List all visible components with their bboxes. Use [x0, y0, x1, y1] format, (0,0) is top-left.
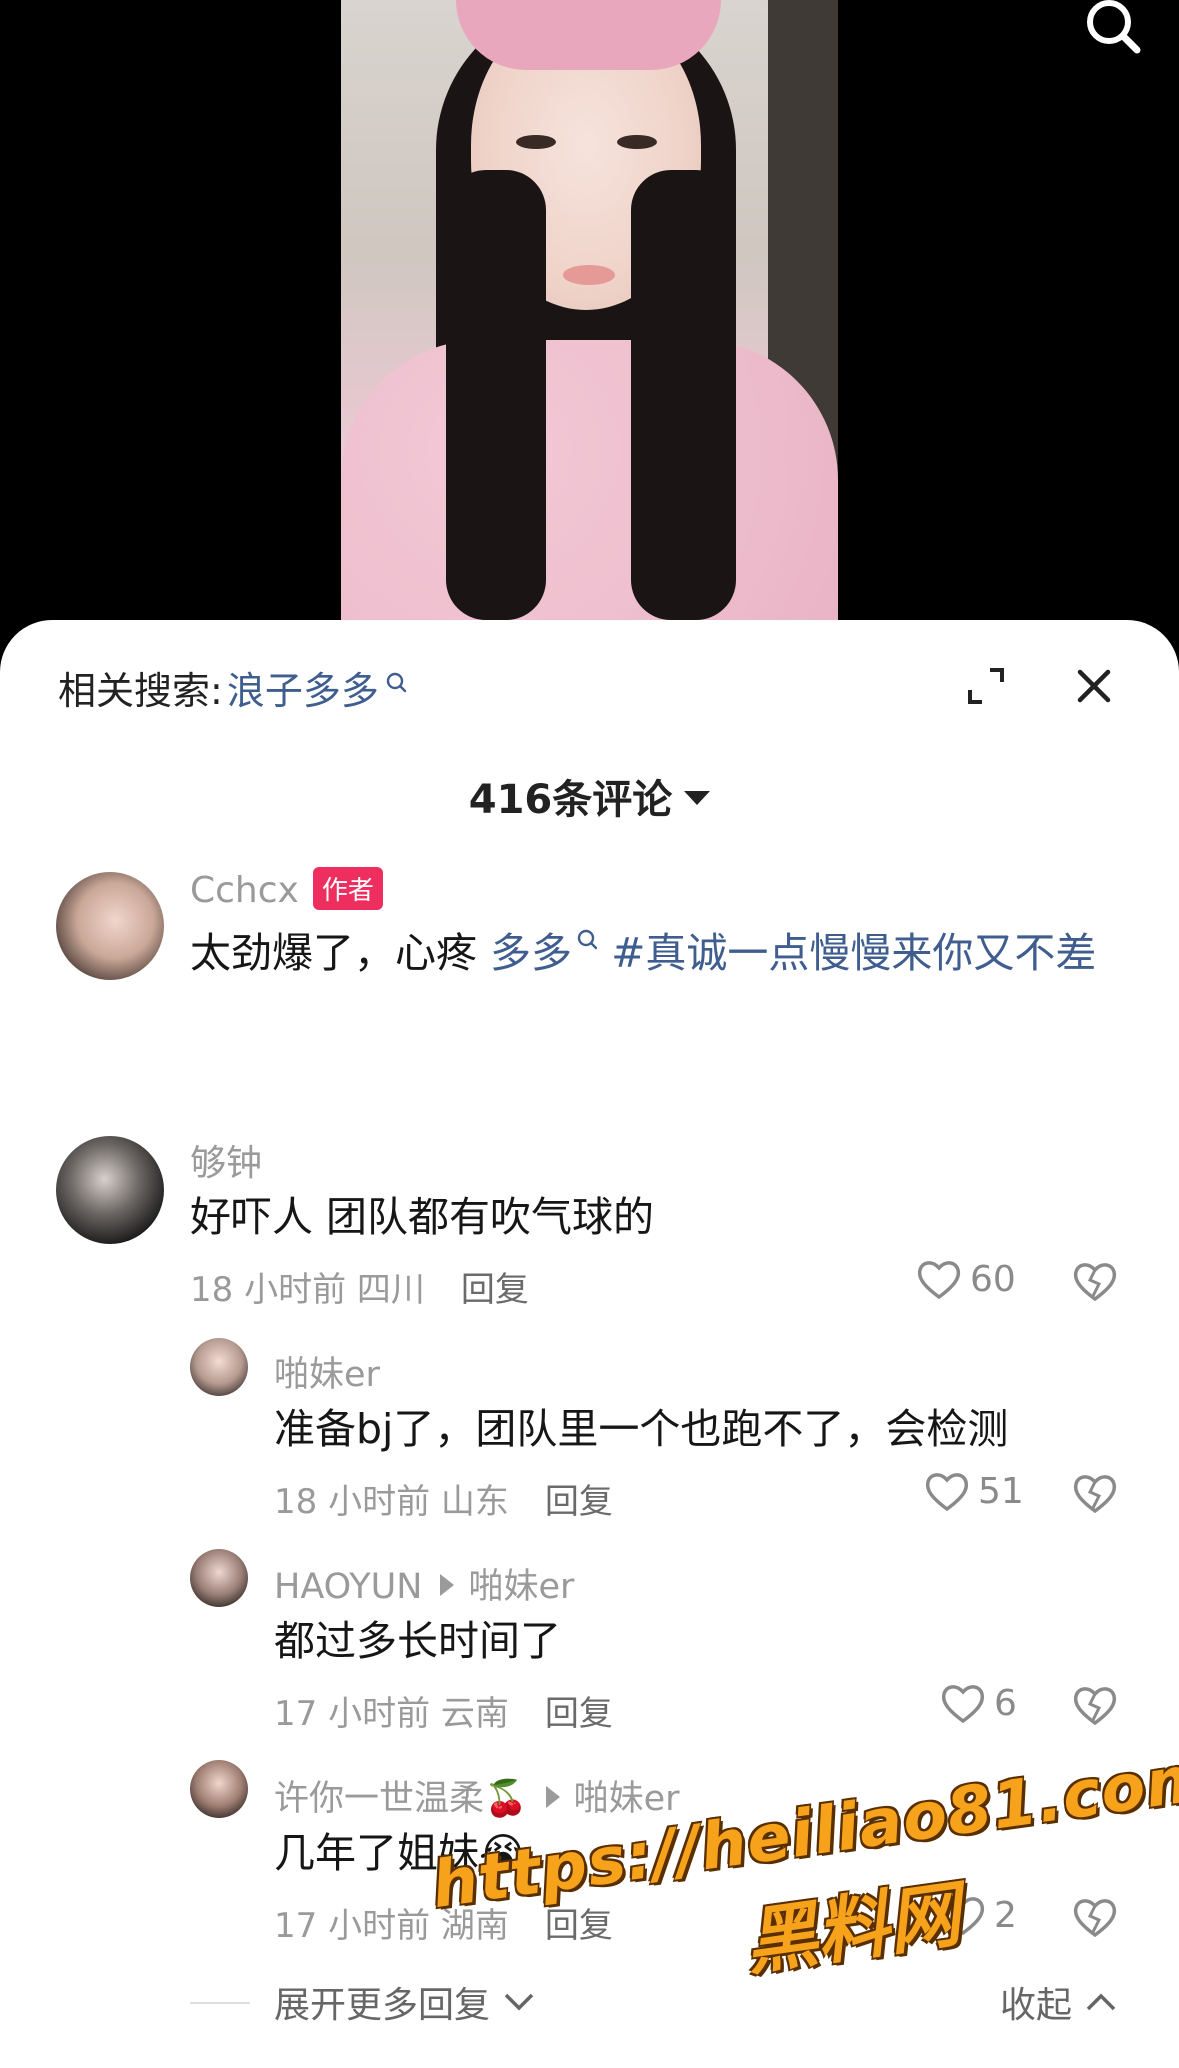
avatar[interactable]	[190, 1549, 248, 1607]
comment-count-text: 416条评论	[468, 777, 673, 823]
reply-to-user: 啪妹er	[468, 1567, 575, 1607]
like-count: 60	[970, 1258, 1016, 1300]
avatar[interactable]	[56, 872, 164, 980]
heart-icon	[941, 1685, 985, 1724]
reply-button[interactable]: 回复	[545, 1482, 613, 1522]
comment-text: 好吓人 团队都有吹气球的	[190, 1193, 655, 1241]
avatar[interactable]	[190, 1760, 248, 1818]
reply-to-arrow-icon	[545, 1786, 560, 1808]
related-search[interactable]: 相关搜索: 浪子多多	[58, 660, 407, 715]
author-badge: 作者	[312, 866, 383, 910]
related-search-keyword[interactable]: 浪子多多	[227, 660, 379, 715]
heart-icon	[925, 1473, 969, 1512]
expand-icon[interactable]	[966, 666, 1006, 706]
reply-button[interactable]: 回复	[461, 1270, 529, 1310]
divider	[190, 2002, 250, 2004]
dislike-icon[interactable]	[1072, 1260, 1118, 1302]
reply-button[interactable]: 回复	[545, 1694, 613, 1734]
reply-to-user: 啪妹er	[573, 1779, 680, 1819]
reply-text: 都过多长时间了	[274, 1617, 561, 1665]
caret-down-icon	[684, 791, 711, 805]
reply-text: 准备bj了，团队里一个也跑不了，会检测	[274, 1405, 1009, 1453]
comment-text: 太劲爆了，心疼 多多 #真诚一点慢慢来你又不差	[190, 929, 1097, 977]
like-button[interactable]: 51	[924, 1470, 1024, 1512]
reply-time-location: 17 小时前 云南	[274, 1694, 509, 1734]
close-icon[interactable]	[1074, 666, 1114, 706]
mention-link[interactable]: 多多	[490, 929, 598, 977]
comment-time-location: 18 小时前 四川	[190, 1270, 425, 1310]
reply-meta: 18 小时前 山东 回复	[274, 1474, 613, 1523]
comment-author-name[interactable]: Cchcx 作者	[190, 866, 383, 914]
video-player[interactable]	[0, 0, 1179, 640]
like-button[interactable]: 6	[940, 1682, 1017, 1724]
reply-time-location: 18 小时前 山东	[274, 1482, 509, 1522]
chevron-up-icon	[1086, 1993, 1116, 2011]
avatar[interactable]	[190, 1338, 248, 1396]
heart-icon	[917, 1261, 961, 1300]
comment-count[interactable]: 416条评论	[0, 767, 1179, 825]
video-frame	[341, 0, 838, 620]
comment-meta: 18 小时前 四川 回复	[190, 1262, 529, 1311]
related-search-label: 相关搜索:	[58, 669, 223, 713]
comment-user-name[interactable]: 够钟	[190, 1134, 262, 1186]
dislike-icon[interactable]	[1072, 1684, 1118, 1726]
like-count: 51	[978, 1470, 1024, 1512]
search-small-icon	[577, 929, 598, 950]
hashtag-link[interactable]: #真诚一点慢慢来你又不差	[598, 929, 1096, 977]
like-button[interactable]: 60	[916, 1258, 1016, 1300]
reply-user-name[interactable]: HAOYUN 啪妹er	[274, 1558, 574, 1609]
avatar[interactable]	[56, 1136, 164, 1244]
reply-meta: 17 小时前 云南 回复	[274, 1686, 613, 1735]
reply-user-name[interactable]: 啪妹er	[274, 1346, 380, 1397]
like-count: 6	[994, 1682, 1017, 1724]
search-icon[interactable]	[1083, 0, 1143, 60]
dislike-icon[interactable]	[1072, 1472, 1118, 1514]
reply-user-name[interactable]: 许你一世温柔🍒 啪妹er	[274, 1770, 680, 1821]
reply-to-arrow-icon	[440, 1574, 455, 1596]
search-small-icon	[386, 672, 407, 692]
